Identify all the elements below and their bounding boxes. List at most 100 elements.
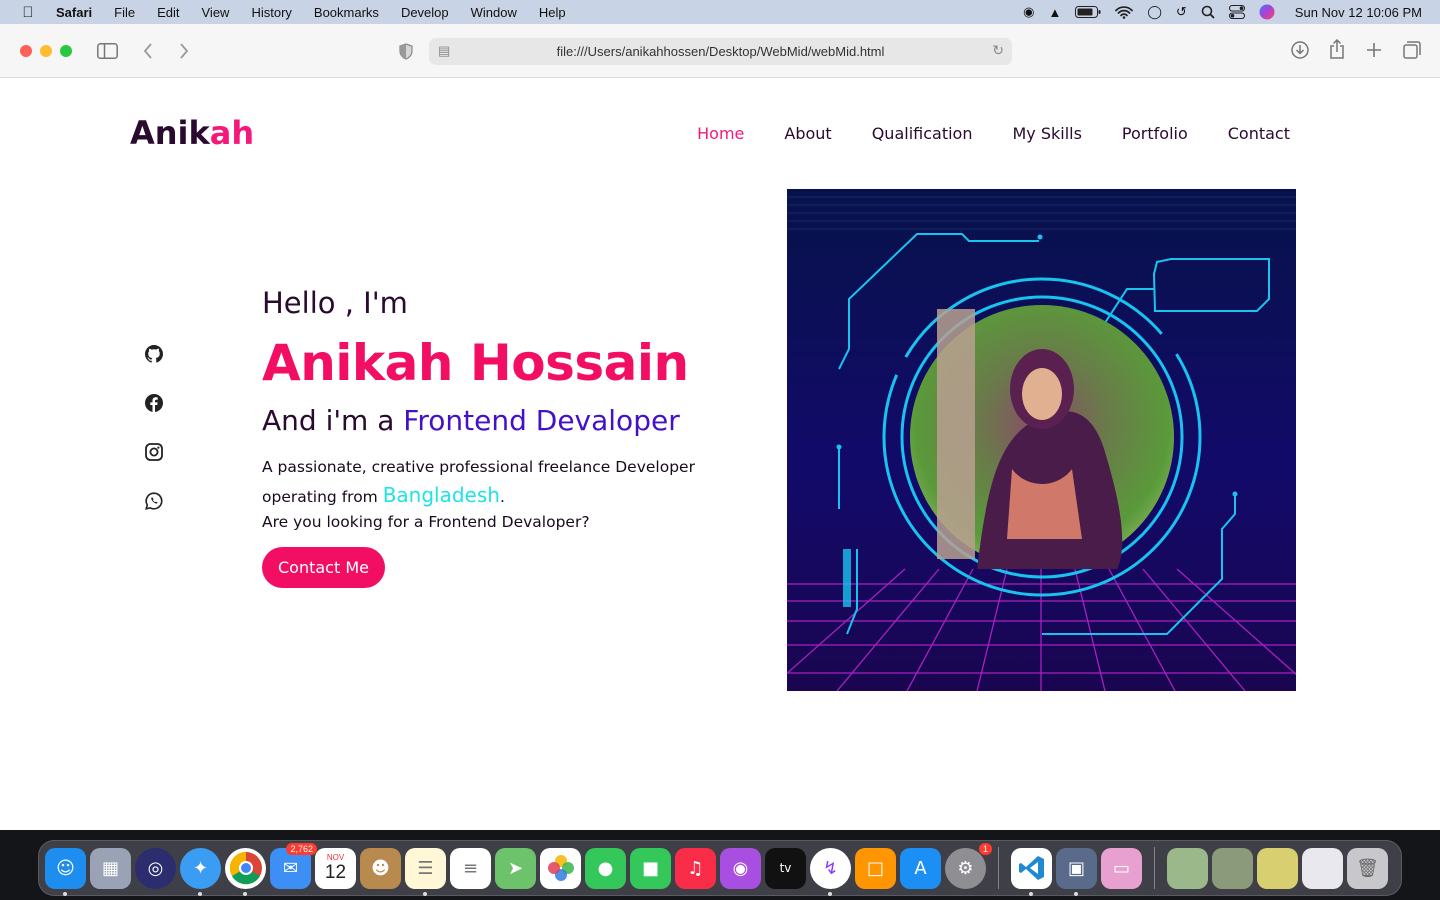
- tab-overview-icon[interactable]: [1403, 41, 1421, 59]
- facebook-icon[interactable]: [143, 393, 165, 413]
- menu-bar:  Safari File Edit View History Bookmark…: [0, 0, 1440, 24]
- role-title: Frontend Devaloper: [403, 404, 680, 437]
- nav-my-skills[interactable]: My Skills: [1012, 124, 1081, 143]
- recent-image-2-icon[interactable]: [1212, 847, 1253, 889]
- podcasts-icon[interactable]: ◉: [720, 847, 761, 889]
- calendar-day: 12: [324, 861, 347, 883]
- back-icon[interactable]: [143, 43, 153, 59]
- app-store-icon[interactable]: A: [900, 847, 941, 889]
- github-icon[interactable]: [143, 344, 165, 364]
- hero-description: A passionate, creative professional free…: [262, 453, 772, 533]
- status-area: ◉ ▲ ◯ ↺ Sun Nov 12 10:06 PM: [1023, 0, 1422, 24]
- preview-icon[interactable]: ▣: [1056, 847, 1097, 896]
- share-icon[interactable]: [1329, 39, 1345, 59]
- downloads-icon[interactable]: [1291, 41, 1309, 59]
- user-icon[interactable]: ◯: [1147, 4, 1162, 20]
- hero-name: Anikah Hossain: [262, 334, 689, 392]
- whatsapp-icon[interactable]: [143, 491, 165, 511]
- hero-section: Hello , I'm Anikah Hossain And i'm a Fro…: [262, 286, 782, 588]
- window-controls: [20, 45, 72, 57]
- reload-icon[interactable]: ↻: [992, 42, 1004, 59]
- music-icon[interactable]: ♫: [675, 847, 716, 889]
- hero-greeting: Hello , I'm: [262, 286, 408, 320]
- cleanmymac-icon[interactable]: ▭: [1101, 847, 1142, 889]
- battery-icon[interactable]: [1075, 6, 1101, 18]
- browser-toolbar: ▤ file:///Users/anikahhossen/Desktop/Web…: [0, 24, 1440, 78]
- dock: ☺ ▦ ◎ ✦ ✉ 2,762 NOV 12 ☻ ☰ ≡ ➤ ● ■ ♫ ◉ tv …: [38, 840, 1402, 896]
- siri-app-icon[interactable]: ◎: [135, 847, 176, 889]
- wifi-icon[interactable]: [1115, 5, 1134, 19]
- role-prefix: And i'm a: [262, 404, 404, 437]
- settings-badge: 1: [978, 842, 992, 855]
- privacy-shield-icon[interactable]: [399, 43, 413, 60]
- forward-icon[interactable]: [179, 43, 189, 59]
- address-bar[interactable]: ▤ file:///Users/anikahhossen/Desktop/Web…: [429, 38, 1012, 65]
- site-logo[interactable]: Anikah: [130, 114, 254, 152]
- nav-qualification[interactable]: Qualification: [872, 124, 973, 143]
- menu-view[interactable]: View: [202, 5, 230, 20]
- messages-icon[interactable]: ●: [585, 847, 626, 889]
- tv-icon[interactable]: tv: [765, 847, 806, 889]
- photos-icon[interactable]: [540, 847, 581, 889]
- menu-file[interactable]: File: [114, 5, 135, 20]
- nav-home[interactable]: Home: [697, 124, 744, 143]
- control-center-icon[interactable]: [1228, 5, 1245, 19]
- contact-me-button[interactable]: Contact Me: [262, 547, 385, 588]
- messenger-icon[interactable]: ↯: [810, 847, 851, 896]
- chrome-icon[interactable]: [225, 847, 266, 896]
- facetime-icon[interactable]: ■: [630, 847, 671, 889]
- country-name: Bangladesh: [382, 483, 500, 507]
- close-window-button[interactable]: [20, 45, 32, 57]
- apple-menu-icon[interactable]: : [0, 4, 56, 21]
- books-icon[interactable]: □: [855, 847, 896, 889]
- menu-window[interactable]: Window: [471, 5, 517, 20]
- nav-portfolio[interactable]: Portfolio: [1122, 124, 1188, 143]
- recent-image-1-icon[interactable]: [1167, 847, 1208, 889]
- menu-app-name[interactable]: Safari: [56, 5, 92, 20]
- minimize-window-button[interactable]: [40, 45, 52, 57]
- sidebar-toggle-icon[interactable]: [97, 43, 118, 59]
- hero-image: [787, 189, 1296, 691]
- downloads-stack-icon[interactable]: [1302, 847, 1343, 889]
- spotlight-icon[interactable]: [1201, 5, 1215, 19]
- vscode-icon[interactable]: [1011, 847, 1052, 896]
- menu-develop[interactable]: Develop: [401, 5, 449, 20]
- launchpad-icon[interactable]: ▦: [90, 847, 131, 889]
- zoom-window-button[interactable]: [60, 45, 72, 57]
- menu-clock[interactable]: Sun Nov 12 10:06 PM: [1295, 5, 1422, 20]
- time-machine-icon[interactable]: ↺: [1176, 4, 1187, 20]
- mail-icon[interactable]: ✉ 2,762: [270, 842, 317, 889]
- trash-icon[interactable]: 🗑: [1347, 847, 1388, 889]
- menu-help[interactable]: Help: [539, 5, 566, 20]
- maps-icon[interactable]: ➤: [495, 847, 536, 889]
- grammarly-icon[interactable]: ◉: [1023, 4, 1034, 20]
- hero-question: Are you looking for a Frontend Devaloper…: [262, 513, 590, 531]
- menu-bookmarks[interactable]: Bookmarks: [314, 5, 379, 20]
- notes-icon[interactable]: ☰: [405, 847, 446, 896]
- address-text: file:///Users/anikahhossen/Desktop/WebMi…: [556, 44, 885, 59]
- web-page: Anikah Home About Qualification My Skill…: [0, 78, 1440, 830]
- dock-separator-2: [1154, 847, 1155, 889]
- recent-image-3-icon[interactable]: [1257, 847, 1298, 889]
- siri-icon[interactable]: [1259, 4, 1275, 20]
- finder-icon[interactable]: ☺: [45, 847, 86, 896]
- new-tab-icon[interactable]: [1366, 42, 1382, 58]
- desc-end: .: [499, 488, 505, 506]
- calendar-icon[interactable]: NOV 12: [315, 847, 356, 889]
- menu-edit[interactable]: Edit: [157, 5, 179, 20]
- page-icon: ▤: [438, 43, 451, 58]
- nav-about[interactable]: About: [784, 124, 831, 143]
- instagram-icon[interactable]: [143, 442, 165, 462]
- contacts-icon[interactable]: ☻: [360, 847, 401, 889]
- system-settings-icon[interactable]: ⚙ 1: [945, 842, 992, 889]
- logo-main: Anik: [130, 114, 210, 152]
- nav-contact[interactable]: Contact: [1228, 124, 1290, 143]
- safari-icon[interactable]: ✦: [180, 847, 221, 896]
- notification-icon[interactable]: ▲: [1048, 5, 1061, 20]
- hero-role-line: And i'm a Frontend Devaloper: [262, 404, 782, 437]
- reminders-icon[interactable]: ≡: [450, 847, 491, 889]
- mail-badge: 2,762: [286, 842, 317, 855]
- dock-separator: [998, 847, 999, 889]
- menu-history[interactable]: History: [251, 5, 291, 20]
- social-links: [143, 344, 165, 511]
